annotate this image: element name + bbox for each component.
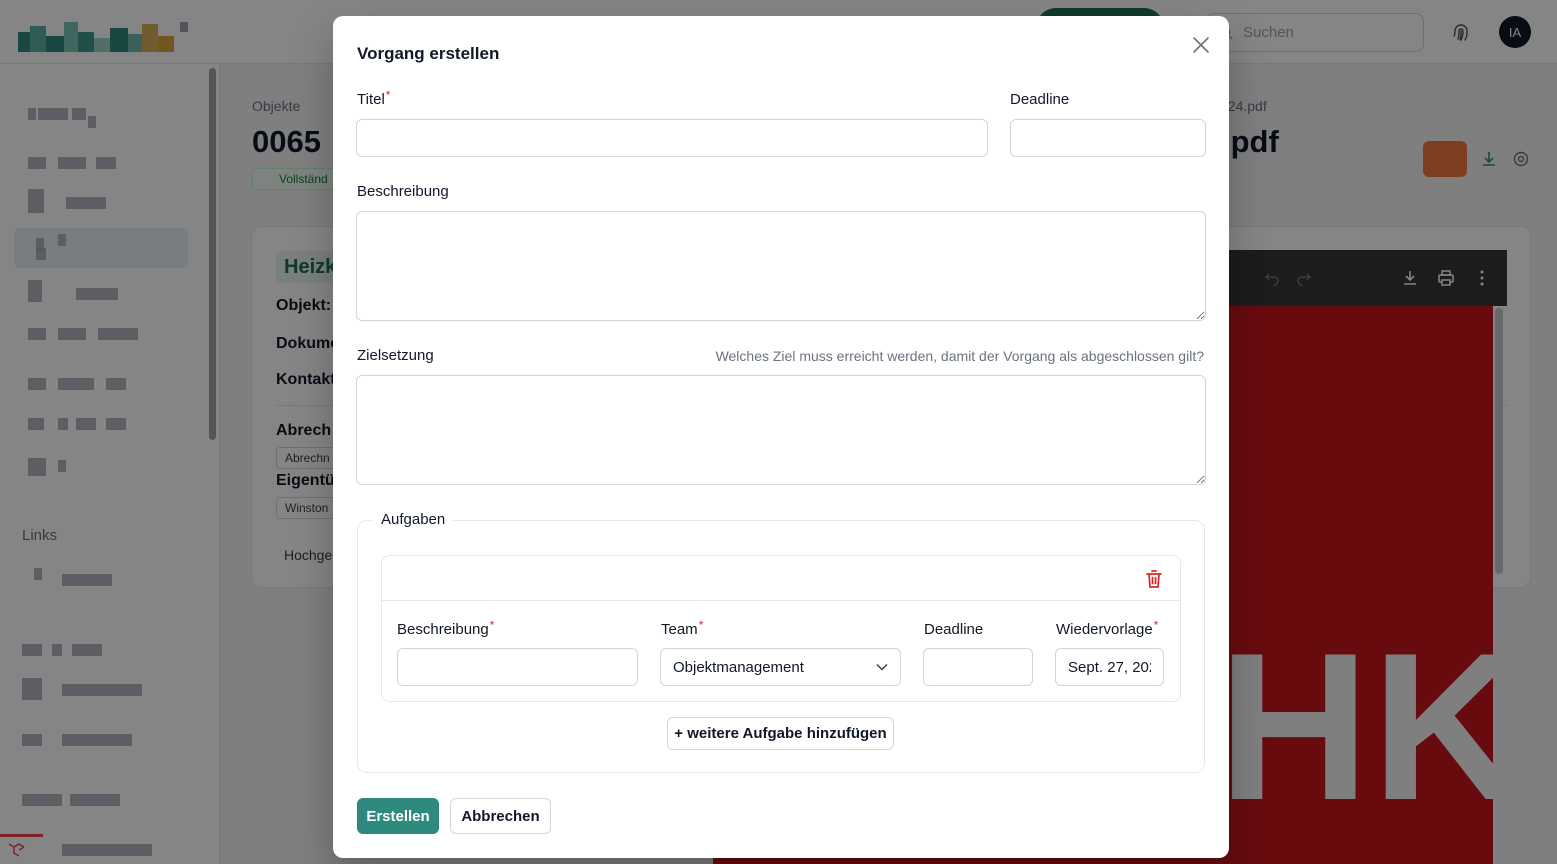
task-followup-input[interactable]: [1055, 648, 1164, 686]
task-description-label: Beschreibung*: [397, 618, 495, 638]
close-icon[interactable]: [1190, 34, 1212, 56]
tasks-legend: Aufgaben: [373, 511, 454, 528]
task-deadline-label: Deadline: [924, 621, 984, 638]
description-textarea[interactable]: [356, 211, 1206, 321]
trash-icon[interactable]: [1145, 569, 1163, 589]
deadline-input[interactable]: [1010, 119, 1206, 157]
title-input[interactable]: [356, 119, 988, 157]
task-team-value: Objektmanagement: [673, 658, 804, 676]
description-label: Beschreibung: [357, 183, 449, 200]
title-label: Titel*: [357, 88, 391, 108]
goal-textarea[interactable]: [356, 375, 1206, 485]
task-description-input[interactable]: [397, 648, 638, 686]
chevron-down-icon: [876, 663, 888, 671]
create-button[interactable]: Erstellen: [357, 798, 439, 834]
task-card-header: [382, 556, 1180, 601]
task-team-select[interactable]: Objektmanagement: [660, 648, 901, 686]
goal-label: Zielsetzung: [357, 347, 434, 364]
create-process-modal: Vorgang erstellen Titel* Deadline Beschr…: [333, 16, 1229, 858]
cancel-button[interactable]: Abbrechen: [450, 798, 551, 834]
modal-title: Vorgang erstellen: [357, 44, 500, 63]
goal-hint: Welches Ziel muss erreicht werden, damit…: [715, 348, 1204, 364]
deadline-label: Deadline: [1010, 91, 1070, 108]
task-card: Beschreibung* Team* Objektmanagement Dea…: [381, 555, 1181, 702]
task-team-label: Team*: [661, 618, 704, 638]
add-task-button[interactable]: + weitere Aufgabe hinzufügen: [667, 717, 894, 750]
task-followup-label: Wiedervorlage*: [1056, 618, 1159, 638]
task-deadline-input[interactable]: [923, 648, 1033, 686]
